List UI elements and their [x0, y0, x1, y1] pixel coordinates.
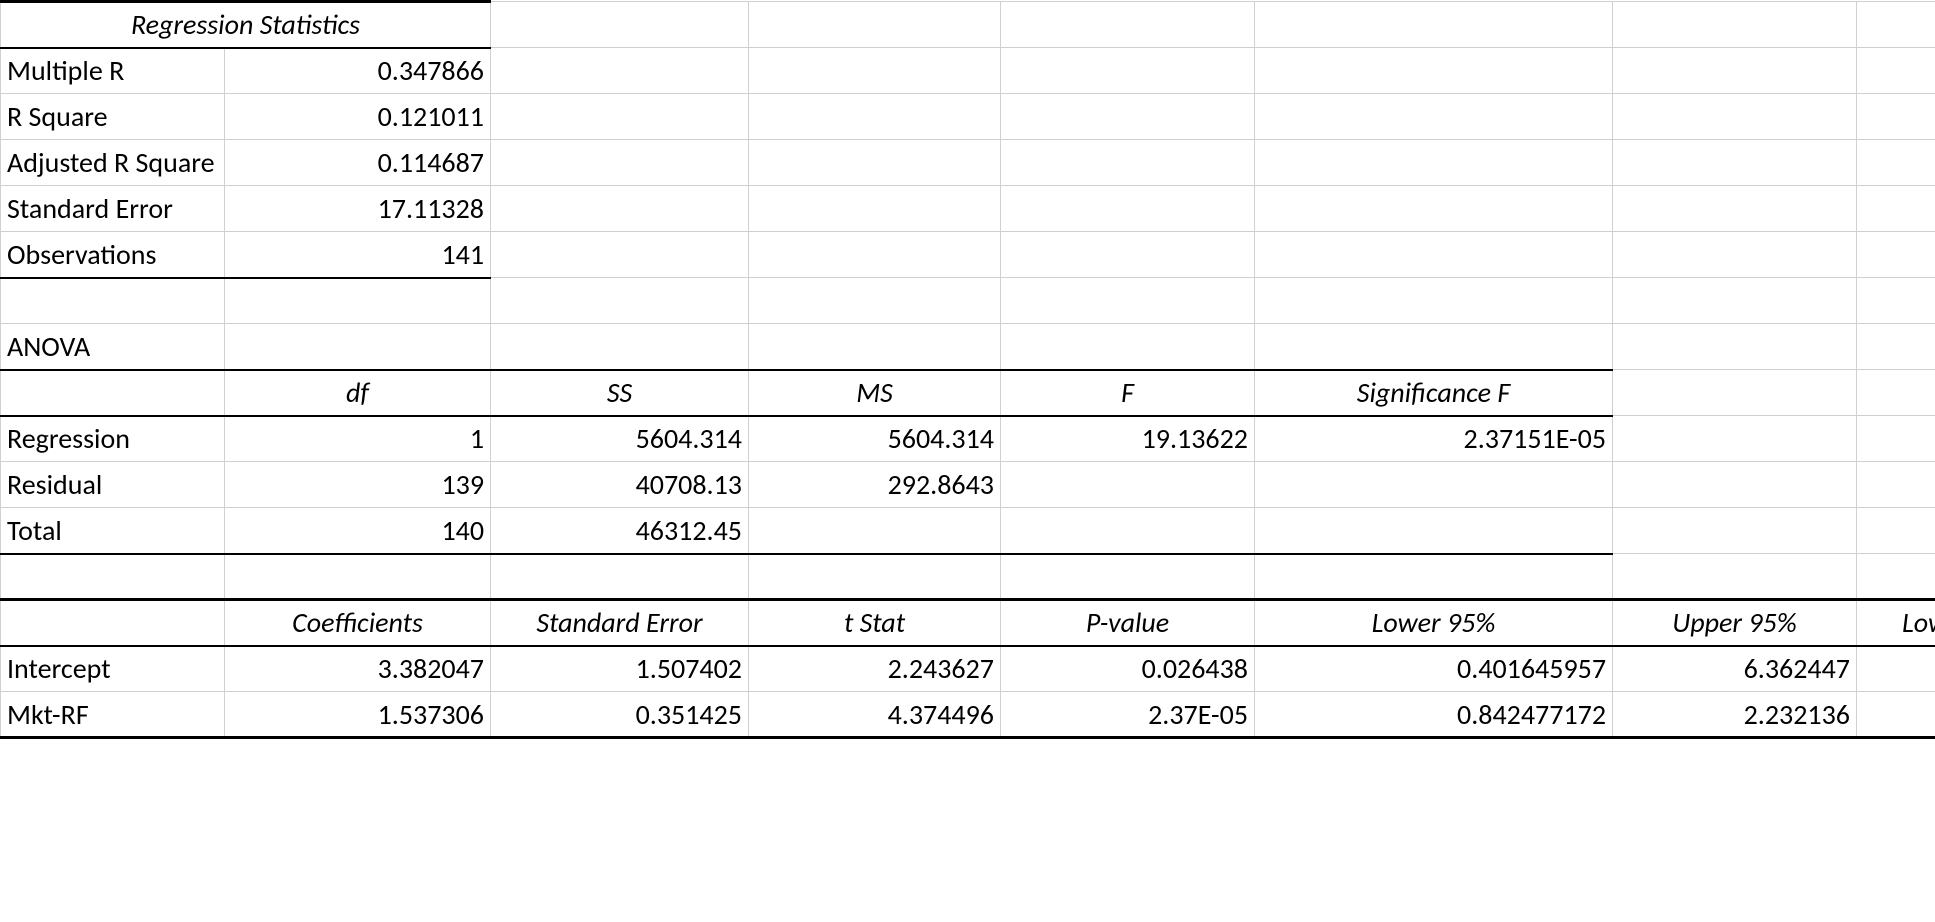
- coef-mktrf-upper95: 2.232136: [1613, 692, 1857, 738]
- coef-intercept-upper95: 6.362447: [1613, 646, 1857, 692]
- anova-residual-label: Residual: [1, 462, 225, 508]
- anova-total-ss: 46312.45: [491, 508, 749, 554]
- multiple-r-row: Multiple R 0.347866: [1, 48, 1935, 94]
- anova-residual-row: Residual 139 40708.13 292.8643: [1, 462, 1935, 508]
- coef-header-lower95: Lower 95%: [1255, 600, 1613, 646]
- reg-stats-title-row: Regression Statistics: [1, 2, 1935, 48]
- anova-regression-label: Regression: [1, 416, 225, 462]
- anova-title: ANOVA: [1, 324, 225, 370]
- coef-header-coef: Coefficients: [225, 600, 491, 646]
- coef-mktrf-row: Mkt-RF 1.537306 0.351425 4.374496 2.37E-…: [1, 692, 1935, 738]
- anova-regression-df: 1: [225, 416, 491, 462]
- coef-header-pvalue: P-value: [1001, 600, 1255, 646]
- anova-header-df: df: [225, 370, 491, 416]
- blank-row: [1, 278, 1935, 324]
- r-square-row: R Square 0.121011: [1, 94, 1935, 140]
- coef-mktrf-stderr: 0.351425: [491, 692, 749, 738]
- adj-r-square-value: 0.114687: [225, 140, 491, 186]
- coef-intercept-row: Intercept 3.382047 1.507402 2.243627 0.0…: [1, 646, 1935, 692]
- anova-total-df: 140: [225, 508, 491, 554]
- anova-regression-ms: 5604.314: [749, 416, 1001, 462]
- coef-mktrf-pvalue: 2.37E-05: [1001, 692, 1255, 738]
- coef-intercept-lower95b: 0.401646: [1857, 646, 1935, 692]
- coef-intercept-lower95: 0.401645957: [1255, 646, 1613, 692]
- coef-header-tstat: t Stat: [749, 600, 1001, 646]
- regression-output-table: Regression Statistics Multiple R 0.34786…: [0, 0, 1935, 739]
- coef-mktrf-lower95: 0.842477172: [1255, 692, 1613, 738]
- multiple-r-label: Multiple R: [1, 48, 225, 94]
- anova-regression-row: Regression 1 5604.314 5604.314 19.13622 …: [1, 416, 1935, 462]
- blank-row: [1, 554, 1935, 600]
- std-error-row: Standard Error 17.11328: [1, 186, 1935, 232]
- coef-header-lower95b: Lower 95.0%: [1857, 600, 1935, 646]
- r-square-value: 0.121011: [225, 94, 491, 140]
- coef-header-row: Coefficients Standard Error t Stat P-val…: [1, 600, 1935, 646]
- adj-r-square-label: Adjusted R Square: [1, 140, 225, 186]
- coef-mktrf-label: Mkt-RF: [1, 692, 225, 738]
- anova-header-row: df SS MS F Significance F: [1, 370, 1935, 416]
- anova-residual-df: 139: [225, 462, 491, 508]
- coef-header-upper95: Upper 95%: [1613, 600, 1857, 646]
- coef-intercept-stderr: 1.507402: [491, 646, 749, 692]
- anova-header-f: F: [1001, 370, 1255, 416]
- reg-stats-title: Regression Statistics: [1, 2, 491, 48]
- coef-header-stderr: Standard Error: [491, 600, 749, 646]
- anova-header-ss: SS: [491, 370, 749, 416]
- r-square-label: R Square: [1, 94, 225, 140]
- observations-row: Observations 141: [1, 232, 1935, 278]
- anova-regression-f: 19.13622: [1001, 416, 1255, 462]
- multiple-r-value: 0.347866: [225, 48, 491, 94]
- adj-r-square-row: Adjusted R Square 0.114687: [1, 140, 1935, 186]
- anova-regression-sigf: 2.37151E-05: [1255, 416, 1613, 462]
- anova-header-ms: MS: [749, 370, 1001, 416]
- anova-title-row: ANOVA: [1, 324, 1935, 370]
- coef-mktrf-tstat: 4.374496: [749, 692, 1001, 738]
- coef-intercept-label: Intercept: [1, 646, 225, 692]
- coef-intercept-coef: 3.382047: [225, 646, 491, 692]
- coef-mktrf-lower95b: 0.842477: [1857, 692, 1935, 738]
- anova-regression-ss: 5604.314: [491, 416, 749, 462]
- anova-header-sigf: Significance F: [1255, 370, 1613, 416]
- anova-total-label: Total: [1, 508, 225, 554]
- observations-value: 141: [225, 232, 491, 278]
- anova-residual-ss: 40708.13: [491, 462, 749, 508]
- std-error-label: Standard Error: [1, 186, 225, 232]
- coef-intercept-pvalue: 0.026438: [1001, 646, 1255, 692]
- coef-mktrf-coef: 1.537306: [225, 692, 491, 738]
- anova-residual-ms: 292.8643: [749, 462, 1001, 508]
- std-error-value: 17.11328: [225, 186, 491, 232]
- coef-intercept-tstat: 2.243627: [749, 646, 1001, 692]
- anova-total-row: Total 140 46312.45: [1, 508, 1935, 554]
- observations-label: Observations: [1, 232, 225, 278]
